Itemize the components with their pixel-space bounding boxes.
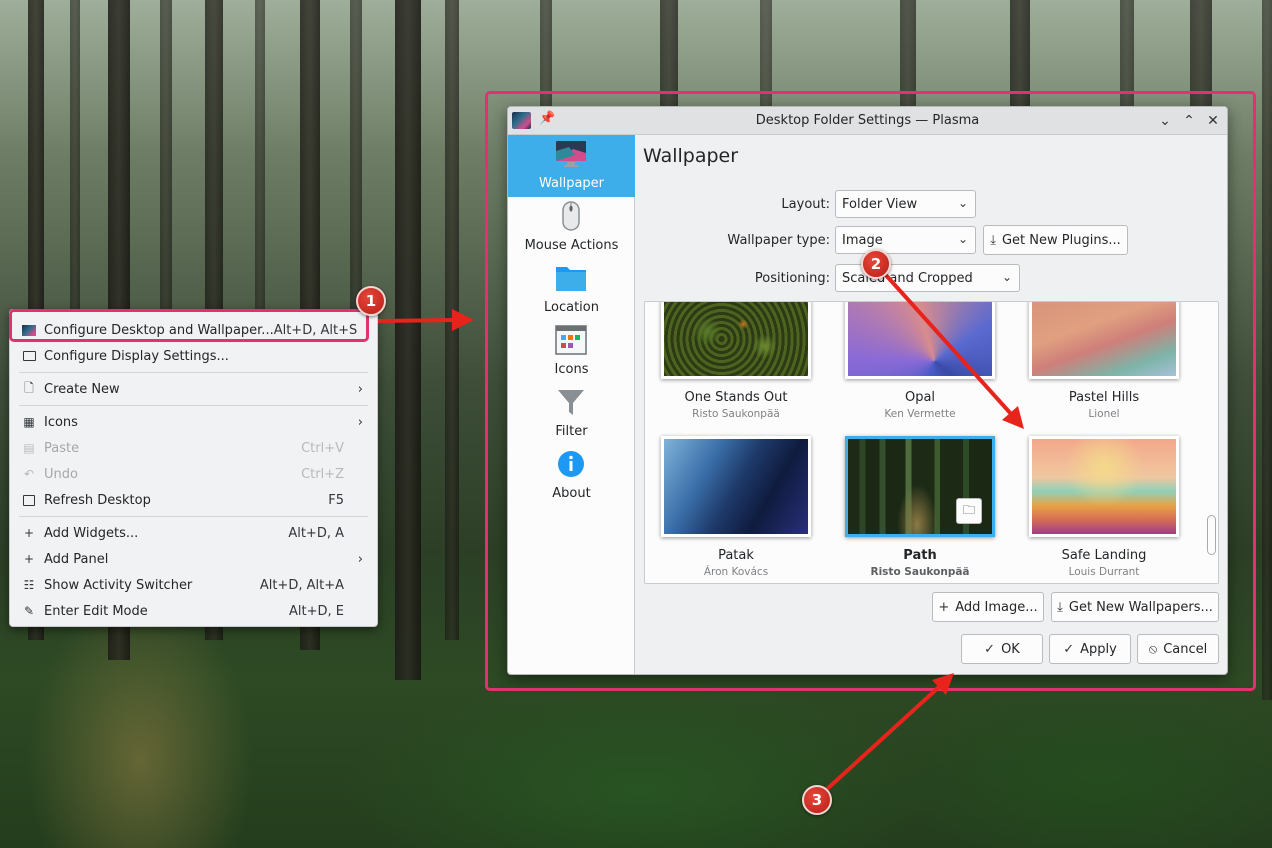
annotation-arrows <box>377 271 1024 792</box>
step-badge-1: 1 <box>356 286 386 316</box>
arrow-2 <box>882 271 1024 429</box>
arrow-3 <box>824 673 954 792</box>
arrow-1 <box>377 309 474 331</box>
step-badge-2: 2 <box>861 249 891 279</box>
step-badge-3: 3 <box>802 785 832 815</box>
